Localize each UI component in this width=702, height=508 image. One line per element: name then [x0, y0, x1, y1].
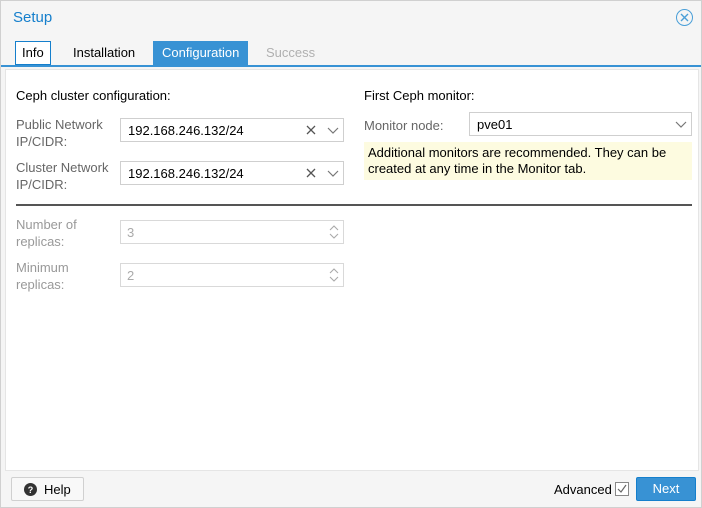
- tab-configuration[interactable]: Configuration: [153, 41, 249, 65]
- clear-icon[interactable]: [303, 122, 319, 138]
- cluster-network-label-line2: IP/CIDR:: [16, 177, 68, 192]
- tab-installation[interactable]: Installation: [64, 41, 144, 65]
- section-divider: [16, 204, 692, 206]
- close-icon[interactable]: [676, 9, 693, 26]
- spinner-arrows-icon[interactable]: [329, 223, 339, 241]
- public-network-value: 192.168.246.132/24: [128, 123, 244, 138]
- spinner-arrows-icon[interactable]: [329, 266, 339, 284]
- configuration-panel: Ceph cluster configuration: Public Netwo…: [5, 69, 699, 471]
- tab-info[interactable]: Info: [15, 41, 51, 65]
- chevron-down-icon[interactable]: [325, 122, 341, 138]
- help-label: Help: [44, 482, 71, 497]
- help-button[interactable]: ? Help: [11, 477, 84, 501]
- setup-window: Setup Info Installation Configuration Su…: [0, 0, 702, 508]
- note-line1: Additional monitors are recommended. The…: [368, 145, 667, 160]
- number-replicas-value: 3: [127, 225, 135, 240]
- tab-bar: Info Installation Configuration Success: [1, 35, 701, 67]
- number-replicas-label-line1: Number of: [16, 217, 77, 232]
- chevron-down-icon[interactable]: [325, 165, 341, 181]
- monitor-node-combo[interactable]: pve01: [469, 112, 692, 136]
- window-title: Setup: [13, 9, 53, 26]
- number-replicas-label: Number of replicas:: [16, 216, 77, 250]
- monitor-node-value: pve01: [477, 117, 513, 132]
- first-monitor-title: First Ceph monitor:: [364, 88, 475, 103]
- minimum-replicas-label-line2: replicas:: [16, 277, 65, 292]
- minimum-replicas-spinner[interactable]: 2: [120, 263, 344, 287]
- question-circle-icon: ?: [24, 483, 37, 496]
- minimum-replicas-label: Minimum replicas:: [16, 259, 69, 293]
- monitor-hint-note: Additional monitors are recommended. The…: [364, 142, 692, 180]
- title-bar: Setup: [1, 1, 701, 35]
- public-network-label-line2: IP/CIDR:: [16, 134, 68, 149]
- tab-success: Success: [266, 45, 316, 60]
- advanced-label: Advanced: [554, 482, 612, 497]
- minimum-replicas-label-line1: Minimum: [16, 260, 69, 275]
- public-network-label: Public Network IP/CIDR:: [16, 116, 103, 150]
- public-network-combo[interactable]: 192.168.246.132/24: [120, 118, 344, 142]
- clear-icon[interactable]: [303, 165, 319, 181]
- number-replicas-spinner[interactable]: 3: [120, 220, 344, 244]
- next-button[interactable]: Next: [636, 477, 696, 501]
- cluster-network-combo[interactable]: 192.168.246.132/24: [120, 161, 344, 185]
- chevron-down-icon[interactable]: [673, 116, 689, 132]
- tab-underline: [1, 65, 701, 67]
- svg-text:?: ?: [28, 485, 34, 495]
- cluster-network-label: Cluster Network IP/CIDR:: [16, 159, 108, 193]
- footer-toolbar: ? Help Advanced Next: [1, 473, 701, 507]
- monitor-node-label: Monitor node:: [364, 118, 444, 133]
- number-replicas-label-line2: replicas:: [16, 234, 65, 249]
- ceph-config-title: Ceph cluster configuration:: [16, 88, 171, 103]
- cluster-network-label-line1: Cluster Network: [16, 160, 109, 175]
- cluster-network-value: 192.168.246.132/24: [128, 166, 244, 181]
- advanced-checkbox[interactable]: [615, 482, 629, 496]
- minimum-replicas-value: 2: [127, 268, 135, 283]
- note-line2: created at any time in the Monitor tab.: [368, 161, 587, 176]
- public-network-label-line1: Public Network: [16, 117, 103, 132]
